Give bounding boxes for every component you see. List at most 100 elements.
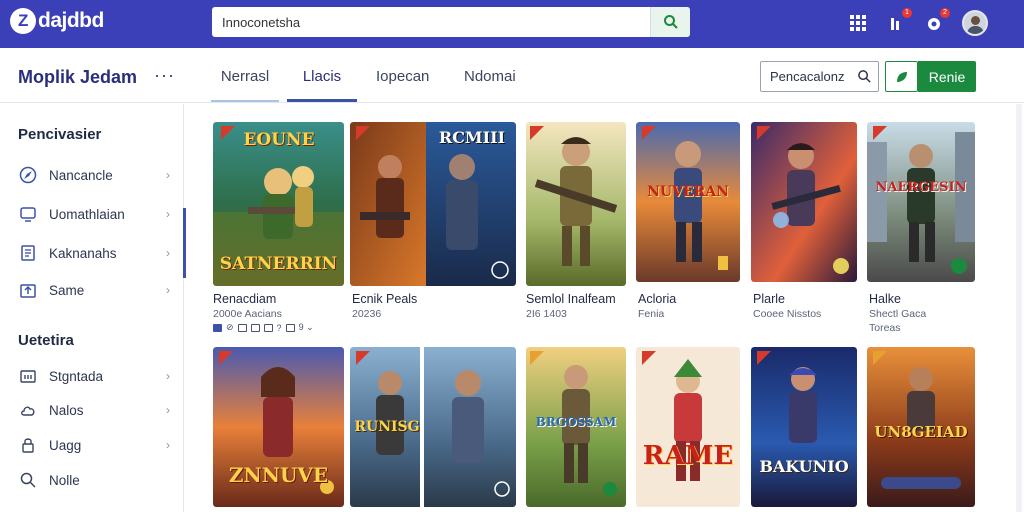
page-title: Moplik Jedam — [18, 67, 138, 87]
box-icon — [237, 323, 247, 332]
box-icon — [263, 323, 273, 332]
card-title[interactable]: Semlol Inalfeam — [526, 292, 616, 306]
card-title[interactable]: Acloria — [638, 292, 676, 306]
notification-badge: 2 — [940, 8, 950, 18]
main-scrollbar[interactable] — [1016, 104, 1022, 512]
search-button[interactable] — [650, 7, 690, 37]
game-card[interactable]: BAKUNIO — [751, 347, 857, 507]
cover-title-bottom: RUNISG — [354, 419, 420, 435]
cover-title-top: NAERGESIN — [875, 180, 967, 195]
sidebar-heading: Pencivasier — [18, 126, 102, 143]
platform-icon — [213, 323, 222, 332]
sidebar-item-label: Kaknanahs — [49, 245, 117, 261]
sidebar-item-label: Nancancle — [49, 167, 113, 183]
game-card[interactable]: ZNNUVE — [213, 347, 344, 507]
leaf-icon — [896, 71, 907, 82]
game-card[interactable] — [526, 122, 626, 286]
chevron-right-icon: › — [166, 168, 170, 182]
leaf-button[interactable] — [885, 61, 918, 92]
cover-title-bottom: RAME — [642, 441, 734, 471]
cover-title-bottom: ZNNUVE — [228, 463, 329, 487]
card-title[interactable]: Renacdiam — [213, 292, 276, 306]
card-title[interactable]: Plarle — [753, 292, 785, 306]
sidebar-item-same[interactable]: Same › — [18, 277, 178, 303]
game-cover-image — [636, 122, 740, 282]
cover-title-top: EOUNE — [243, 130, 315, 150]
game-cover-image — [751, 347, 857, 507]
upload-icon — [18, 280, 38, 300]
lock-icon — [18, 435, 38, 455]
link-icon: ⊘ — [226, 322, 234, 332]
sidebar-scroll-indicator — [183, 208, 186, 278]
document-icon — [18, 243, 38, 263]
sidebar-heading: Uetetira — [18, 332, 74, 349]
game-cover-image — [751, 122, 857, 282]
sidebar-item-kaknanahs[interactable]: Kaknanahs › — [18, 240, 178, 266]
filter-search-label: Pencacalonz — [770, 69, 845, 84]
game-card[interactable]: UN8GEIAD — [867, 347, 975, 507]
game-card[interactable]: EOUNE SATNERRIN — [213, 122, 344, 286]
card-meta: 2000e Aacians — [213, 308, 282, 320]
search-icon — [18, 470, 38, 490]
tiny-count: 9 ⌄ — [298, 322, 314, 332]
search-input[interactable] — [212, 7, 650, 37]
grid-icon[interactable] — [848, 11, 868, 35]
card-title[interactable]: Halke — [869, 292, 901, 306]
card-title[interactable]: Ecnik Peals — [352, 292, 417, 306]
chevron-right-icon: › — [166, 369, 170, 383]
sidebar-item-uagg[interactable]: Uagg › — [18, 432, 178, 458]
notification-icon[interactable]: 2 — [924, 8, 950, 35]
card-meta: Fenia — [638, 308, 665, 320]
sidebar-item-nalos[interactable]: Nalos › — [18, 397, 178, 423]
app-logo[interactable]: Z dajdbd — [10, 8, 104, 34]
game-card[interactable]: BRGOSSAM — [526, 347, 626, 507]
sidebar-item-label: Same — [49, 282, 85, 298]
monitor-icon — [18, 204, 38, 224]
cover-title-bottom: BAKUNIO — [759, 457, 849, 476]
tab-llacis[interactable]: Llacis — [287, 68, 357, 102]
cloud-icon — [18, 400, 38, 420]
cover-title-top: NUVERAN — [647, 184, 729, 200]
tab-ndomai[interactable]: Ndomai — [464, 68, 516, 102]
more-options-icon[interactable]: ··· — [154, 65, 175, 86]
tab-iopecan[interactable]: Iopecan — [376, 68, 429, 102]
sidebar-item-label: Nolle — [49, 472, 80, 488]
sidebar-item-stgntada[interactable]: Stgntada › — [18, 363, 178, 389]
box-icon — [285, 323, 295, 332]
chevron-right-icon: › — [166, 403, 170, 417]
chevron-right-icon: › — [166, 246, 170, 260]
game-card[interactable]: RAME — [636, 347, 740, 507]
card-meta: Cooee Nisstos — [753, 308, 822, 320]
help-icon: ? — [276, 322, 282, 333]
game-cover-image — [526, 122, 626, 286]
game-card[interactable] — [751, 122, 857, 282]
card-meta: 20236 — [352, 308, 382, 320]
game-card[interactable]: NAERGESIN — [867, 122, 975, 282]
sidebar-item-nolle[interactable]: Nolle — [18, 467, 178, 493]
game-card[interactable]: RUNISG — [350, 347, 516, 507]
sidebar: Pencivasier Nancancle › Uomathlaian › Ka… — [0, 104, 184, 512]
compass-icon — [18, 165, 38, 185]
logo-text: dajdbd — [38, 9, 104, 32]
card-meta-secondary: Toreas — [869, 322, 901, 334]
bell-badge: 1 — [902, 8, 912, 18]
sidebar-item-nancancle[interactable]: Nancancle › — [18, 162, 178, 188]
sidebar-item-label: Uomathlaian — [49, 206, 125, 222]
primary-button[interactable]: Renie — [918, 61, 976, 92]
sub-header: Moplik Jedam ··· Nerrasl Llacis Iopecan … — [0, 48, 1024, 103]
bell-icon[interactable]: 1 — [886, 8, 912, 35]
game-card[interactable]: NUVERAN — [636, 122, 740, 282]
top-icons: 1 2 — [848, 8, 988, 36]
sidebar-item-label: Nalos — [49, 402, 84, 418]
cover-title-bottom: SATNERRIN — [219, 254, 338, 274]
logo-mark: Z — [10, 8, 36, 34]
filter-search-button[interactable]: Pencacalonz — [760, 61, 879, 92]
cover-title-bottom: BRGOSSAM — [535, 415, 617, 429]
sidebar-item-uomathlaian[interactable]: Uomathlaian › — [18, 201, 178, 227]
tab-nerrasl[interactable]: Nerrasl — [211, 68, 279, 102]
avatar[interactable] — [962, 10, 988, 36]
chevron-right-icon: › — [166, 207, 170, 221]
game-card[interactable]: RCMIII — [350, 122, 516, 286]
global-search — [212, 7, 690, 37]
card-icon-strip: ⊘ ? 9 ⌄ — [213, 322, 314, 333]
